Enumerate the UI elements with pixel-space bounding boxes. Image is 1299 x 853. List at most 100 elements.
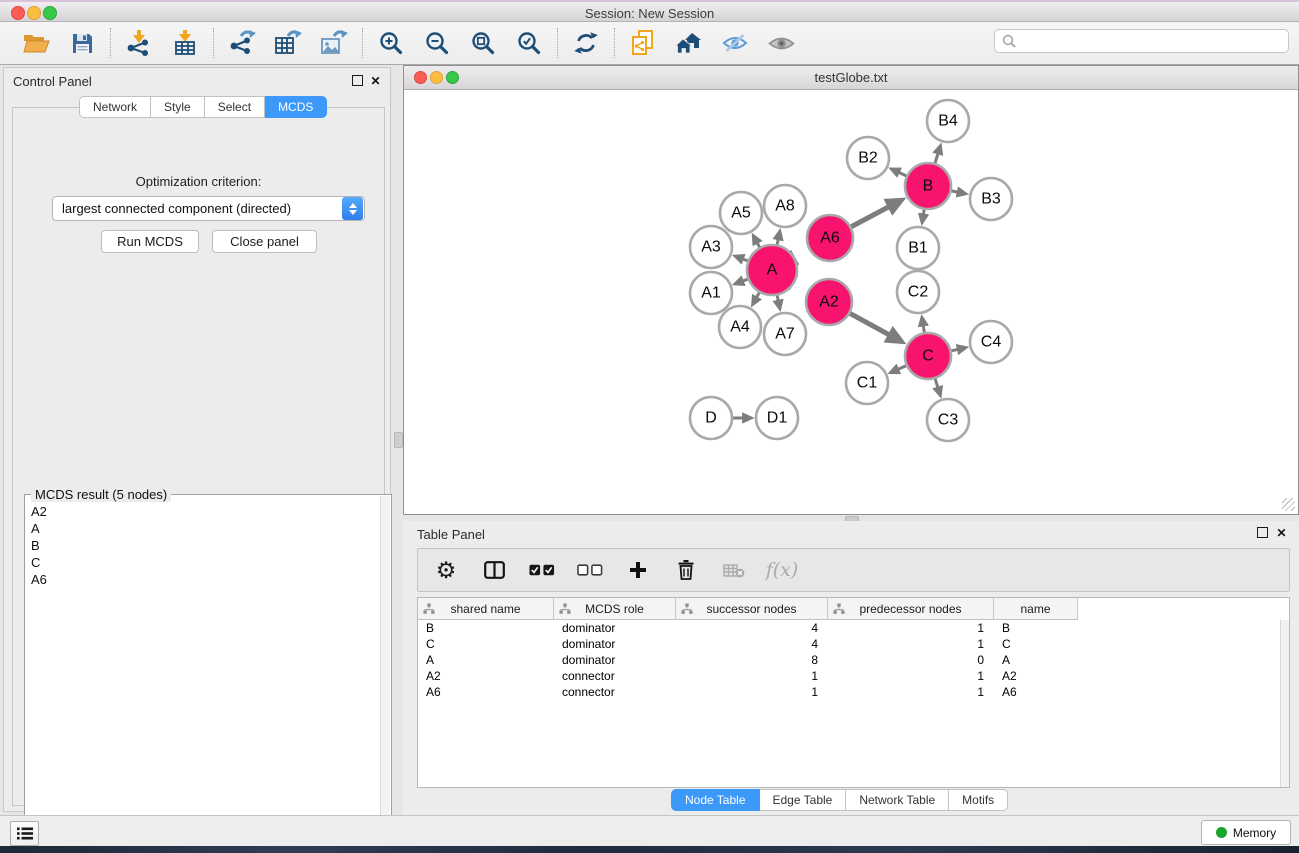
graph-edge-A6-B[interactable] [851, 206, 889, 226]
tab-select[interactable]: Select [205, 96, 265, 118]
open-session-icon[interactable] [20, 27, 52, 59]
mcds-result-item-c[interactable]: C [26, 554, 381, 571]
vertical-splitter-handle[interactable] [394, 432, 403, 448]
table-row-c[interactable]: Cdominator41C [418, 636, 1281, 652]
graph-edge-B-B2[interactable] [899, 172, 907, 176]
resize-grip[interactable] [1282, 498, 1295, 511]
show-panel-list-button[interactable] [10, 821, 39, 846]
close-panel-icon[interactable]: ✕ [369, 74, 382, 87]
cell-mcds-role[interactable]: connector [554, 668, 676, 684]
table-scrollbar[interactable] [1280, 620, 1289, 787]
search-field[interactable] [994, 29, 1289, 53]
export-image-icon[interactable] [318, 27, 350, 59]
tab-network-table[interactable]: Network Table [846, 789, 949, 811]
cell-shared-name[interactable]: A6 [418, 684, 554, 700]
graph-edge-B-B4[interactable] [935, 153, 938, 163]
cell-predecessor-nodes[interactable]: 0 [828, 652, 994, 668]
cell-shared-name[interactable]: B [418, 620, 554, 636]
mcds-result-item-a6[interactable]: A6 [26, 571, 381, 588]
graph-edge-A-A4[interactable] [756, 293, 759, 298]
deselect-all-columns-icon[interactable] [577, 556, 603, 584]
close-panel-button[interactable]: Close panel [212, 230, 317, 253]
mcds-result-item-b[interactable]: B [26, 537, 381, 554]
close-table-panel-icon[interactable]: ✕ [1275, 526, 1288, 539]
table-settings-icon[interactable]: ⚙ [433, 556, 459, 584]
new-network-from-selection-icon[interactable] [627, 27, 659, 59]
cell-shared-name[interactable]: A [418, 652, 554, 668]
cell-successor-nodes[interactable]: 4 [676, 620, 828, 636]
cell-name[interactable]: A2 [994, 668, 1078, 684]
tab-mcds[interactable]: MCDS [265, 96, 327, 118]
table-row-a2[interactable]: A2connector11A2 [418, 668, 1281, 684]
first-neighbors-icon[interactable] [673, 27, 705, 59]
cell-mcds-role[interactable]: dominator [554, 652, 676, 668]
hide-selected-icon[interactable] [719, 27, 751, 59]
cell-predecessor-nodes[interactable]: 1 [828, 620, 994, 636]
zoom-selected-icon[interactable] [513, 27, 545, 59]
mcds-result-item-a[interactable]: A [26, 520, 381, 537]
graph-edge-C-C2[interactable] [923, 325, 924, 332]
graph-edge-A-A1[interactable] [743, 279, 748, 281]
select-all-columns-icon[interactable] [529, 556, 555, 584]
graph-edge-A-A8[interactable] [777, 239, 778, 244]
cell-successor-nodes[interactable]: 1 [676, 668, 828, 684]
save-session-icon[interactable] [66, 27, 98, 59]
graph-edge-A2-C[interactable] [850, 313, 890, 335]
cell-successor-nodes[interactable]: 8 [676, 652, 828, 668]
zoom-out-icon[interactable] [421, 27, 453, 59]
graph-edge-C-C3[interactable] [935, 379, 938, 388]
export-network-icon[interactable] [226, 27, 258, 59]
graph-edge-B-B3[interactable] [952, 191, 958, 192]
add-column-icon[interactable] [625, 556, 651, 584]
network-window-titlebar[interactable]: testGlobe.txt [404, 66, 1298, 90]
optimization-criterion-select[interactable]: largest connected component (directed) [52, 196, 365, 221]
graph-edge-A-A3[interactable] [743, 259, 748, 261]
cell-predecessor-nodes[interactable]: 1 [828, 636, 994, 652]
column-header-name[interactable]: name [994, 598, 1078, 620]
column-header-shared-name[interactable]: shared name [418, 598, 554, 620]
function-builder-icon[interactable]: f(x) [769, 556, 795, 584]
cell-name[interactable]: A [994, 652, 1078, 668]
cell-predecessor-nodes[interactable]: 1 [828, 668, 994, 684]
cell-name[interactable]: B [994, 620, 1078, 636]
show-all-icon[interactable] [765, 27, 797, 59]
delete-table-icon[interactable] [721, 556, 747, 584]
import-table-icon[interactable] [169, 27, 201, 59]
mcds-list-scrollbar[interactable] [380, 496, 390, 841]
mcds-result-item-a2[interactable]: A2 [26, 503, 381, 520]
float-table-panel-icon[interactable] [1256, 526, 1269, 539]
import-network-icon[interactable] [123, 27, 155, 59]
column-header-mcds-role[interactable]: MCDS role [554, 598, 676, 620]
cell-shared-name[interactable]: A2 [418, 668, 554, 684]
graph-edge-B-B1[interactable] [923, 210, 924, 215]
cell-successor-nodes[interactable]: 4 [676, 636, 828, 652]
column-layout-icon[interactable] [481, 556, 507, 584]
column-header-successor-nodes[interactable]: successor nodes [676, 598, 828, 620]
delete-column-icon[interactable] [673, 556, 699, 584]
network-canvas[interactable]: B4B2BB3A5A8A6A3B1AC2A1A2A4A7C4CC1C3DD1 [405, 90, 1297, 513]
tab-node-table[interactable]: Node Table [671, 789, 760, 811]
export-table-icon[interactable] [272, 27, 304, 59]
table-row-a[interactable]: Adominator80A [418, 652, 1281, 668]
graph-edge-C-C4[interactable] [951, 349, 958, 350]
tab-network[interactable]: Network [79, 96, 151, 118]
search-input[interactable] [1021, 33, 1288, 49]
zoom-fit-icon[interactable] [467, 27, 499, 59]
table-row-a6[interactable]: A6connector11A6 [418, 684, 1281, 700]
graph-edge-C-C1[interactable] [898, 366, 906, 370]
tab-style[interactable]: Style [151, 96, 205, 118]
graph-edge-A-A7[interactable] [777, 295, 778, 300]
cell-mcds-role[interactable]: dominator [554, 620, 676, 636]
zoom-in-icon[interactable] [375, 27, 407, 59]
tab-edge-table[interactable]: Edge Table [760, 789, 847, 811]
run-mcds-button[interactable]: Run MCDS [101, 230, 199, 253]
cell-name[interactable]: C [994, 636, 1078, 652]
table-row-b[interactable]: Bdominator41B [418, 620, 1281, 636]
cell-mcds-role[interactable]: connector [554, 684, 676, 700]
refresh-layout-icon[interactable] [570, 27, 602, 59]
graph-edge-A-A5[interactable] [757, 243, 759, 248]
float-panel-icon[interactable] [351, 74, 364, 87]
cell-successor-nodes[interactable]: 1 [676, 684, 828, 700]
cell-mcds-role[interactable]: dominator [554, 636, 676, 652]
memory-button[interactable]: Memory [1201, 820, 1291, 845]
